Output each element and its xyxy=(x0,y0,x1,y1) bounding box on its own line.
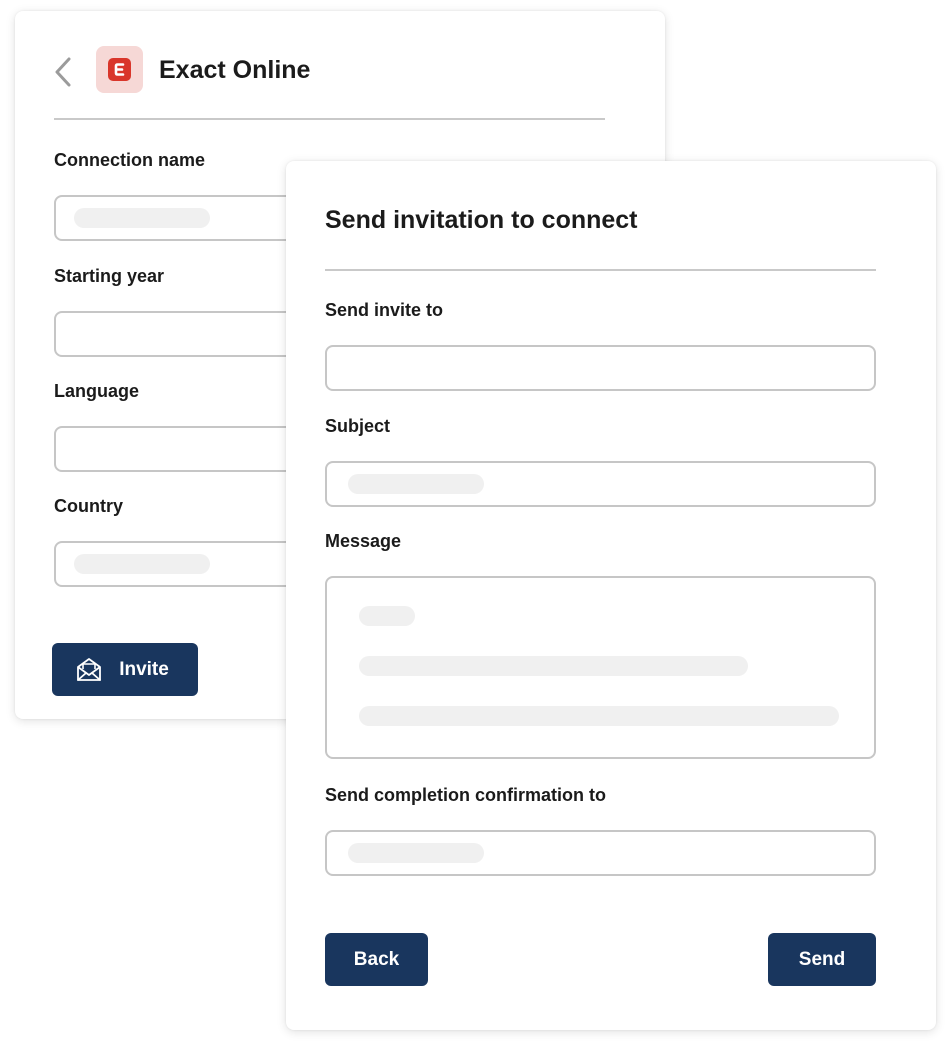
back-button-label: Back xyxy=(353,948,400,970)
send-button[interactable]: Send xyxy=(768,933,876,986)
completion-confirmation-placeholder xyxy=(348,843,484,863)
subject-placeholder xyxy=(348,474,484,494)
dialog-title: Send invitation to connect xyxy=(325,206,638,234)
send-button-label: Send xyxy=(798,948,846,970)
back-chevron-icon[interactable] xyxy=(51,55,75,89)
subject-label: Subject xyxy=(325,416,391,436)
subject-input[interactable] xyxy=(325,461,876,507)
header-divider xyxy=(54,118,605,120)
completion-confirmation-input[interactable] xyxy=(325,830,876,876)
integration-title: Exact Online xyxy=(159,56,311,84)
dialog-divider xyxy=(325,269,876,271)
exact-online-logo-icon xyxy=(96,46,143,93)
back-button[interactable]: Back xyxy=(325,933,428,986)
message-placeholder-line xyxy=(359,706,839,726)
country-label: Country xyxy=(54,496,123,516)
envelope-open-icon xyxy=(75,656,103,684)
message-textarea[interactable] xyxy=(325,576,876,759)
country-placeholder xyxy=(74,554,210,574)
send-invite-to-input[interactable] xyxy=(325,345,876,391)
connection-name-placeholder xyxy=(74,208,210,228)
connection-name-label: Connection name xyxy=(54,150,206,170)
send-invite-to-label: Send invite to xyxy=(325,300,444,320)
message-label: Message xyxy=(325,531,402,551)
invite-button-label: Invite xyxy=(119,658,169,680)
invite-button[interactable]: Invite xyxy=(52,643,198,696)
completion-confirmation-label: Send completion confirmation to xyxy=(325,785,607,805)
send-invitation-dialog: Send invitation to connect Send invite t… xyxy=(286,161,936,1030)
starting-year-label: Starting year xyxy=(54,266,165,286)
language-label: Language xyxy=(54,381,140,401)
message-placeholder-line xyxy=(359,656,748,676)
message-placeholder-line xyxy=(359,606,415,626)
